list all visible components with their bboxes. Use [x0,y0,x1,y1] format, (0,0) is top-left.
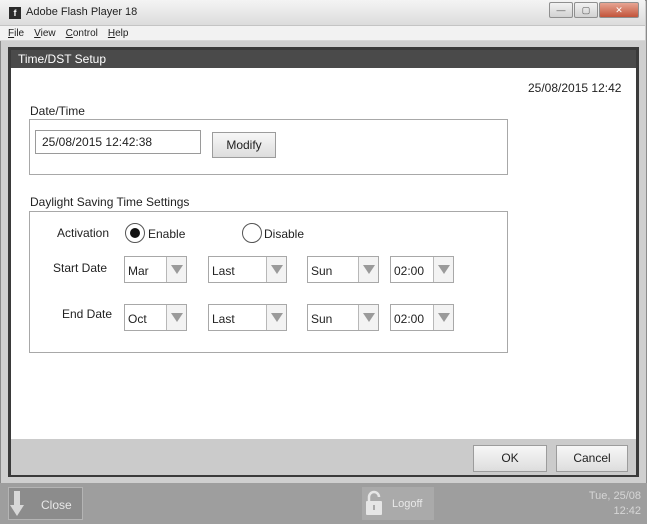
start-date-label: Start Date [53,261,108,275]
date-time-input[interactable] [35,130,201,154]
chevron-down-icon [433,305,453,330]
minimize-button[interactable]: — [549,2,573,18]
start-week-select[interactable]: Last [208,256,287,283]
chevron-down-icon [166,305,186,330]
menu-help-label: elp [115,27,129,39]
close-window-button[interactable]: ✕ [599,2,639,18]
cancel-button[interactable]: Cancel [556,445,628,472]
arrow-down-icon [10,491,24,516]
chevron-down-icon [433,257,453,282]
enable-radio[interactable] [125,223,145,243]
menu-control-mnemonic: C [65,27,73,39]
ok-button[interactable]: OK [473,445,547,472]
end-month-value: Oct [128,312,147,326]
window-controls: — ▢ ✕ [548,2,639,20]
end-week-value: Last [212,312,235,326]
padlock-icon [366,490,382,515]
start-time-select[interactable]: 02:00 [390,256,454,283]
dst-section-label: Daylight Saving Time Settings [30,195,190,209]
menu-control[interactable]: Control [66,28,98,39]
chevron-down-icon [358,257,378,282]
chevron-down-icon [266,305,286,330]
taskbar-time: 12:42 [613,505,641,517]
disable-radio[interactable] [242,223,262,243]
menu-file-label: ile [14,27,25,39]
start-month-value: Mar [128,264,149,278]
start-week-value: Last [212,264,235,278]
disable-label: Disable [264,227,305,241]
menu-view-label: iew [40,27,56,39]
end-day-select[interactable]: Sun [307,304,379,331]
chevron-down-icon [166,257,186,282]
chevron-down-icon [266,257,286,282]
end-time-value: 02:00 [394,312,425,326]
end-week-select[interactable]: Last [208,304,287,331]
menu-view[interactable]: View [34,28,56,39]
dialog-header: Time/DST Setup [11,50,636,68]
logoff-label: Logoff [392,498,423,510]
end-day-value: Sun [311,312,333,326]
end-date-label: End Date [62,307,113,321]
activation-label: Activation [57,226,110,240]
menu-help[interactable]: Help [108,28,129,39]
maximize-button[interactable]: ▢ [574,2,598,18]
start-day-select[interactable]: Sun [307,256,379,283]
menu-control-label: ontrol [72,27,98,39]
date-time-section-label: Date/Time [30,104,85,118]
taskbar-date: Tue, 25/08 [588,490,641,502]
current-datetime: 25/08/2015 12:42 [528,81,622,95]
window-title: Adobe Flash Player 18 [26,6,138,18]
close-label: Close [41,498,72,512]
start-day-value: Sun [311,264,333,278]
chevron-down-icon [358,305,378,330]
start-month-select[interactable]: Mar [124,256,187,283]
taskbar [0,483,647,524]
menu-file[interactable]: File [8,28,24,39]
enable-label: Enable [148,227,186,241]
modify-button[interactable]: Modify [212,132,276,158]
window-titlebar: f Adobe Flash Player 18 — ▢ ✕ [0,0,645,26]
flash-player-icon: f [9,7,21,19]
end-month-select[interactable]: Oct [124,304,187,331]
menu-bar: File View Control Help [0,26,645,41]
end-time-select[interactable]: 02:00 [390,304,454,331]
dialog-title: Time/DST Setup [18,52,107,66]
start-time-value: 02:00 [394,264,425,278]
